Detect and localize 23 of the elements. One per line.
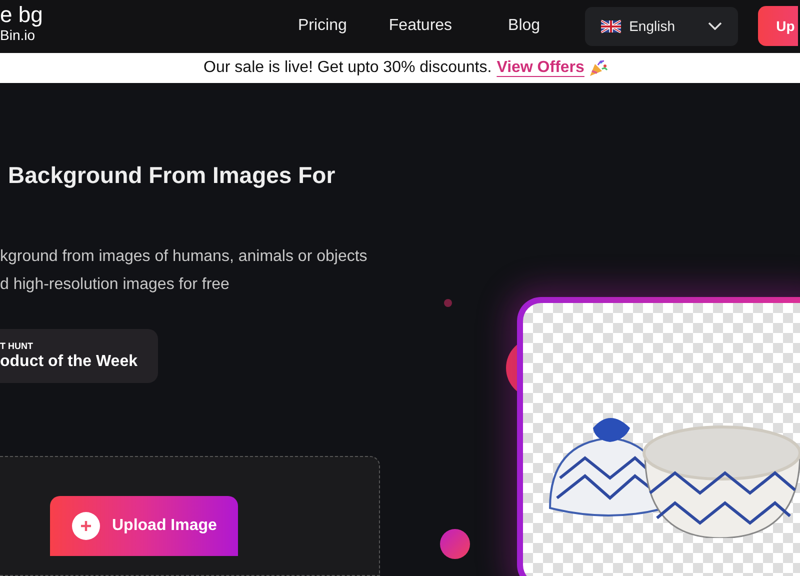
nav-link[interactable]: Pricing xyxy=(298,17,347,36)
chevron-down-icon xyxy=(708,22,722,30)
upload-button[interactable]: Up xyxy=(758,6,798,46)
award-badge[interactable]: T HUNT oduct of the Week xyxy=(0,329,158,383)
nav-link[interactable]: Features xyxy=(388,17,452,36)
logo-text[interactable]: e bg xyxy=(0,3,43,28)
hero-description: d high-resolution images for free xyxy=(0,275,230,294)
upload-image-button[interactable]: Upload Image xyxy=(50,496,238,556)
flag-icon xyxy=(601,20,622,33)
badge-title: oduct of the Week xyxy=(0,352,138,372)
party-popper-icon xyxy=(588,58,608,78)
logo-subtitle: Bin.io xyxy=(0,27,36,44)
decorative-circle xyxy=(440,529,470,559)
badge-eyebrow: T HUNT xyxy=(0,340,34,352)
decorative-dot xyxy=(444,299,452,307)
upload-dropzone[interactable]: Upload Image xyxy=(0,456,380,576)
hero-heading: Background From Images For xyxy=(8,161,336,189)
language-dropdown[interactable]: English xyxy=(585,6,738,46)
promo-text: Our sale is live! Get upto 30% discounts. xyxy=(204,58,492,77)
plus-icon xyxy=(72,512,100,540)
hero-description: kground from images of humans, animals or objects xyxy=(0,247,368,266)
view-offers-link[interactable]: View Offers xyxy=(496,58,584,77)
nav-link[interactable]: Blog xyxy=(508,17,540,36)
